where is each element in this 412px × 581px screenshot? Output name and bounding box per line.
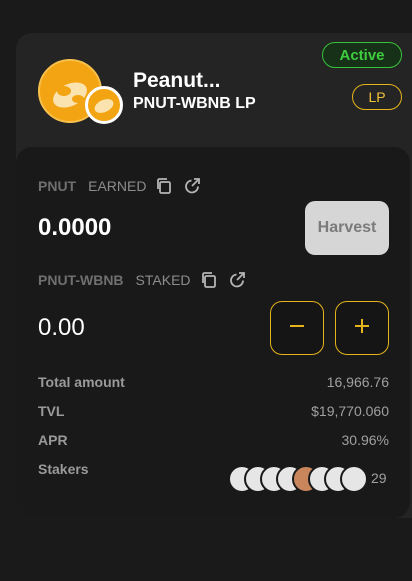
staked-label: STAKED <box>135 272 191 288</box>
status-badge: Active <box>322 42 402 68</box>
farm-header: Peanut... PNUT-WBNB LP Active LP <box>16 33 412 147</box>
stakers-label: Stakers <box>38 461 89 477</box>
total-amount-value: 16,966.76 <box>326 374 389 390</box>
staked-token: PNUT-WBNB <box>38 272 124 288</box>
earned-label: EARNED <box>88 178 147 194</box>
stake-panel: PNUT EARNED 0.0000 Harvest PNUT-WBNB STA… <box>16 147 410 518</box>
stakers-avatars <box>228 465 368 493</box>
earned-label-row: PNUT EARNED <box>38 176 202 196</box>
unstake-button[interactable] <box>270 301 324 355</box>
peanut-sub-logo <box>85 86 123 124</box>
copy-icon[interactable] <box>154 176 174 196</box>
avatar <box>340 465 368 493</box>
lp-badge: LP <box>352 84 402 110</box>
earned-token: PNUT <box>38 178 77 194</box>
farm-name: Peanut... <box>133 69 221 92</box>
external-link-icon[interactable] <box>227 270 247 290</box>
apr-label: APR <box>38 432 68 448</box>
farm-pair: PNUT-WBNB LP <box>133 95 256 112</box>
stake-button[interactable] <box>335 301 389 355</box>
stakers-count: 29 <box>371 470 387 486</box>
tvl-value: $19,770.060 <box>311 403 389 419</box>
external-link-icon[interactable] <box>182 176 202 196</box>
staked-amount: 0.00 <box>38 314 85 341</box>
minus-icon <box>287 316 307 341</box>
tvl-row: TVL $19,770.060 <box>38 403 389 419</box>
apr-value: 30.96% <box>341 432 389 448</box>
staked-label-row: PNUT-WBNB STAKED <box>38 270 247 290</box>
plus-icon <box>352 316 372 341</box>
total-amount-label: Total amount <box>38 374 125 390</box>
harvest-button[interactable]: Harvest <box>305 201 389 255</box>
total-amount-row: Total amount 16,966.76 <box>38 374 389 390</box>
apr-row: APR 30.96% <box>38 432 389 448</box>
earned-amount: 0.0000 <box>38 214 112 241</box>
farm-card: Peanut... PNUT-WBNB LP Active LP PNUT EA… <box>16 33 412 518</box>
copy-icon[interactable] <box>199 270 219 290</box>
tvl-label: TVL <box>38 403 65 419</box>
